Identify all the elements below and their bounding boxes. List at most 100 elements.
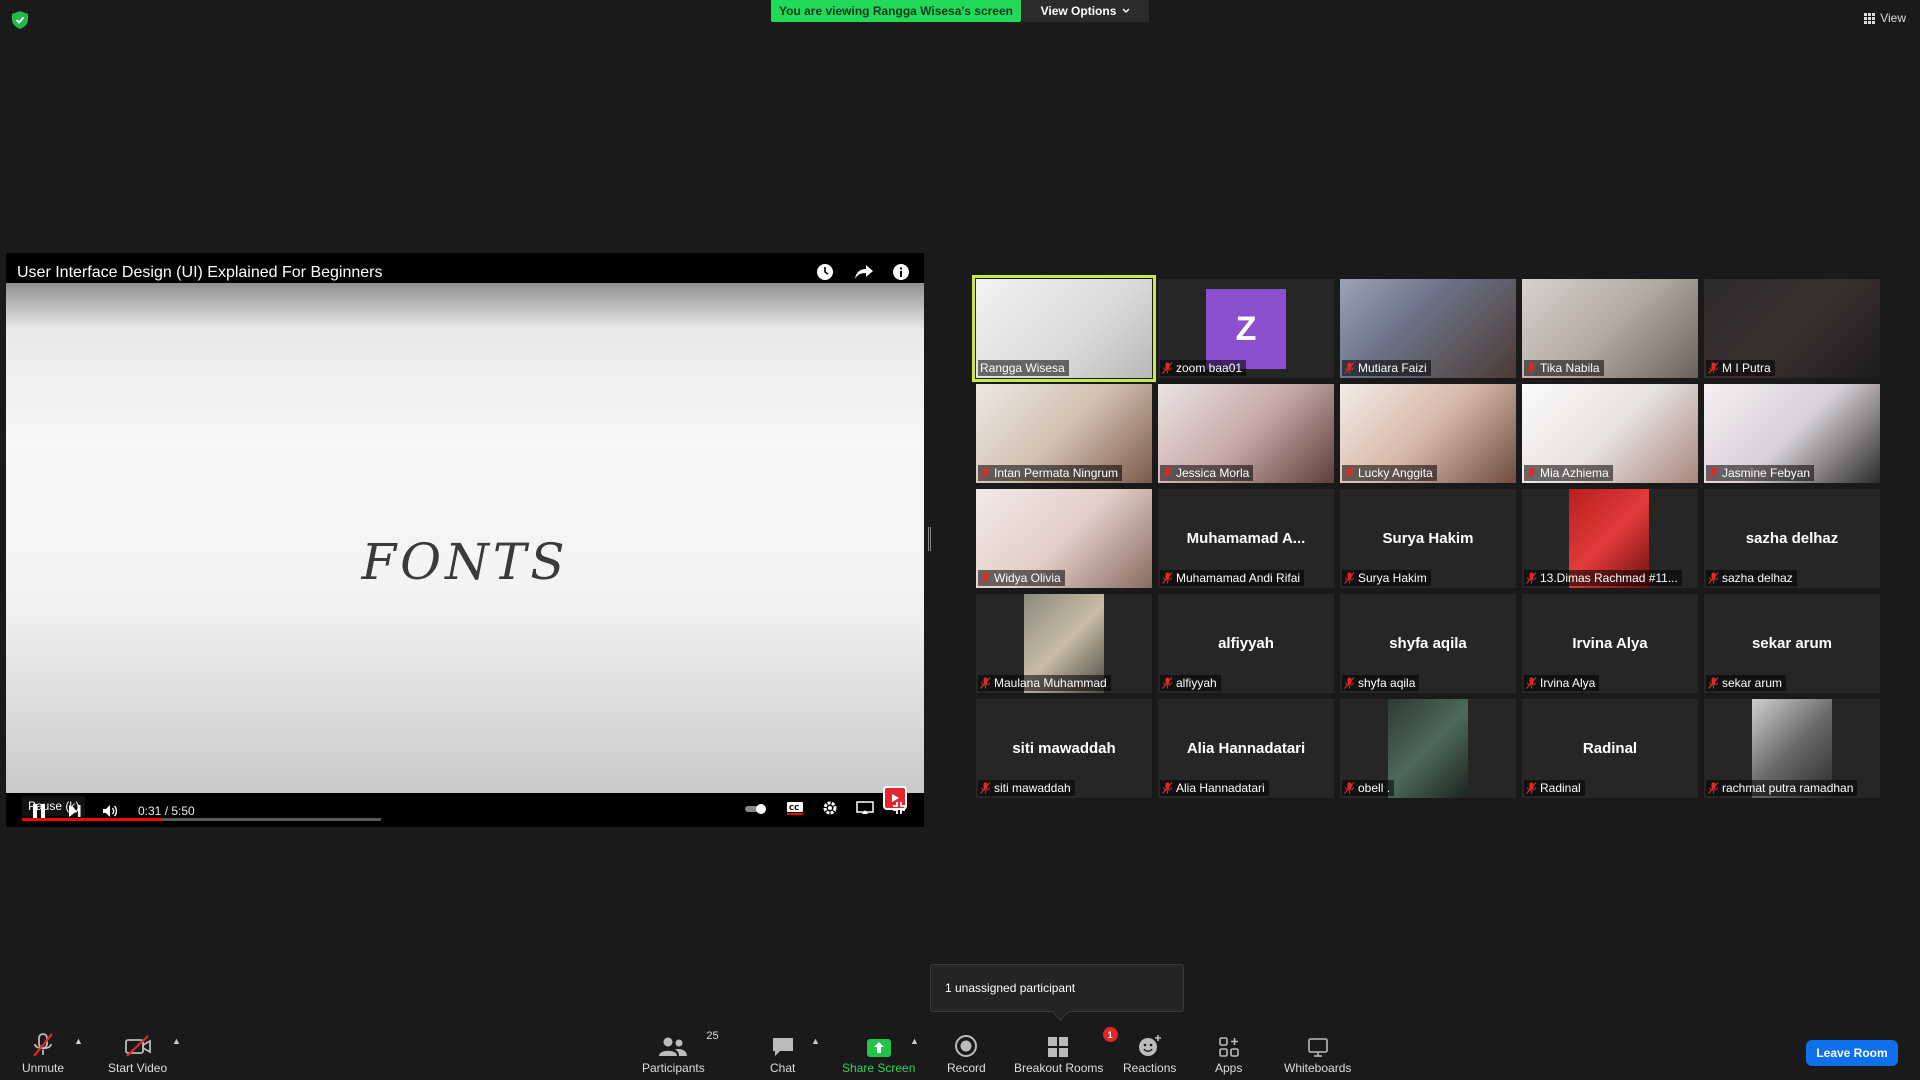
- participant-tile[interactable]: sekar arum sekar arum: [1704, 594, 1880, 693]
- view-options-label: View Options: [1040, 4, 1117, 18]
- reactions-smiley-icon: [1138, 1035, 1161, 1056]
- participant-name-label: rachmat putra ramadhan: [1706, 780, 1858, 796]
- participants-button[interactable]: 25 Participants: [642, 1030, 719, 1075]
- participant-name: shyfa aqila: [1358, 676, 1416, 690]
- participant-tile[interactable]: Maulana Muhammad: [976, 594, 1152, 693]
- participant-tile[interactable]: Surya Hakim Surya Hakim: [1340, 489, 1516, 588]
- participant-tile[interactable]: M I Putra: [1704, 279, 1880, 378]
- participant-name-label: Irvina Alya: [1524, 675, 1600, 691]
- participant-tile[interactable]: Muhamamad A... Muhamamad Andi Rifai: [1158, 489, 1334, 588]
- participant-name-label: Lucky Anggita: [1342, 465, 1437, 481]
- participant-tile[interactable]: Widya Olivia: [976, 489, 1152, 588]
- slide-text: FONTS: [361, 533, 569, 591]
- participant-name-label: M I Putra: [1706, 360, 1775, 376]
- whiteboards-label: Whiteboards: [1284, 1061, 1352, 1075]
- microphone-muted-icon: [1708, 572, 1719, 584]
- microphone-muted-icon: [1162, 572, 1173, 584]
- viewing-banner-text: You are viewing Rangga Wisesa's screen: [779, 4, 1013, 18]
- watch-later-icon[interactable]: [816, 263, 834, 281]
- split-view-divider[interactable]: [928, 527, 931, 551]
- microphone-muted-icon: [1526, 782, 1537, 794]
- participant-tile[interactable]: Intan Permata Ningrum: [976, 384, 1152, 483]
- breakout-rooms-button[interactable]: 1 Breakout Rooms: [1014, 1027, 1118, 1075]
- view-layout-label: View: [1880, 11, 1906, 25]
- settings-gear-icon[interactable]: [822, 800, 838, 821]
- chat-label: Chat: [770, 1061, 796, 1075]
- whiteboards-button[interactable]: Whiteboards: [1284, 1030, 1351, 1075]
- participant-tile[interactable]: Tika Nabila: [1522, 279, 1698, 378]
- video-title[interactable]: User Interface Design (UI) Explained For…: [17, 264, 383, 282]
- participant-tile[interactable]: alfiyyah alfiyyah: [1158, 594, 1334, 693]
- breakout-rooms-label: Breakout Rooms: [1014, 1061, 1104, 1075]
- participant-name: Jasmine Febyan: [1722, 466, 1811, 480]
- video-frame[interactable]: FONTS Pause (k): [6, 283, 924, 821]
- breakout-rooms-badge: 1: [1102, 1027, 1118, 1042]
- participant-tile[interactable]: Irvina Alya Irvina Alya: [1522, 594, 1698, 693]
- cast-icon[interactable]: [856, 801, 874, 820]
- chat-options-caret-icon[interactable]: ▲: [811, 1036, 820, 1046]
- reactions-button[interactable]: Reactions: [1123, 1030, 1176, 1075]
- pause-button[interactable]: [32, 794, 46, 827]
- participant-tile[interactable]: Mia Azhiema: [1522, 384, 1698, 483]
- participant-name-label: Rangga Wisesa: [978, 360, 1069, 376]
- share-screen-icon: [866, 1039, 891, 1057]
- volume-button[interactable]: [102, 794, 118, 827]
- participant-name-label: Radinal: [1524, 780, 1585, 796]
- info-icon[interactable]: [892, 263, 910, 281]
- participant-name: Lucky Anggita: [1358, 466, 1433, 480]
- view-layout-button[interactable]: View: [1864, 11, 1906, 25]
- share-screen-button[interactable]: Share Screen: [842, 1030, 915, 1075]
- shared-screen[interactable]: FONTS Pause (k) User Interface Design (U…: [6, 253, 924, 827]
- participant-tile[interactable]: Jessica Morla: [1158, 384, 1334, 483]
- share-icon[interactable]: [854, 263, 873, 281]
- leave-room-button[interactable]: Leave Room: [1806, 1040, 1898, 1066]
- unmute-button[interactable]: Unmute: [22, 1030, 64, 1075]
- video-options-caret-icon[interactable]: ▲: [172, 1036, 181, 1046]
- share-screen-label: Share Screen: [842, 1061, 916, 1075]
- participant-name-label: Surya Hakim: [1342, 570, 1431, 586]
- participant-tile[interactable]: Lucky Anggita: [1340, 384, 1516, 483]
- next-video-button[interactable]: [68, 794, 82, 827]
- start-video-button[interactable]: Start Video: [108, 1030, 167, 1075]
- autoplay-toggle-icon[interactable]: [744, 802, 768, 820]
- record-icon: [955, 1035, 978, 1057]
- participant-name: alfiyyah: [1176, 676, 1217, 690]
- apps-label: Apps: [1215, 1061, 1243, 1075]
- record-button[interactable]: Record: [947, 1030, 986, 1075]
- unmute-label: Unmute: [22, 1061, 65, 1075]
- participant-tile[interactable]: Zzoom baa01: [1158, 279, 1334, 378]
- participant-tile[interactable]: rachmat putra ramadhan: [1704, 699, 1880, 798]
- participant-tile[interactable]: shyfa aqila shyfa aqila: [1340, 594, 1516, 693]
- exit-fullscreen-icon[interactable]: [892, 801, 906, 820]
- audio-options-caret-icon[interactable]: ▲: [74, 1036, 83, 1046]
- apps-button[interactable]: Apps: [1215, 1030, 1242, 1075]
- participant-tile[interactable]: siti mawaddah siti mawaddah: [976, 699, 1152, 798]
- microphone-muted-icon: [1708, 677, 1719, 689]
- participant-tile[interactable]: 13.Dimas Rachmad #11...: [1522, 489, 1698, 588]
- share-options-caret-icon[interactable]: ▲: [910, 1036, 919, 1046]
- participant-name-label: sekar arum: [1706, 675, 1787, 691]
- breakout-rooms-icon: [1047, 1037, 1068, 1057]
- svg-text:CC: CC: [789, 804, 799, 812]
- participant-name-label: Jasmine Febyan: [1706, 465, 1815, 481]
- security-shield-icon[interactable]: [12, 11, 28, 29]
- unassigned-participant-popover[interactable]: 1 unassigned participant: [930, 964, 1184, 1012]
- chat-button[interactable]: Chat: [770, 1030, 795, 1075]
- participant-name-label: Maulana Muhammad: [978, 675, 1111, 691]
- participant-tile[interactable]: Radinal Radinal: [1522, 699, 1698, 798]
- participant-tile[interactable]: sazha delhaz sazha delhaz: [1704, 489, 1880, 588]
- participant-tile[interactable]: obell .: [1340, 699, 1516, 798]
- captions-icon[interactable]: CC: [786, 801, 804, 820]
- microphone-muted-icon: [1344, 362, 1355, 374]
- participant-tile[interactable]: Mutiara Faizi: [1340, 279, 1516, 378]
- participant-name-label: Mutiara Faizi: [1342, 360, 1431, 376]
- view-options-button[interactable]: View Options: [1022, 0, 1149, 22]
- participant-name-label: sazha delhaz: [1706, 570, 1797, 586]
- participant-name: Rangga Wisesa: [980, 361, 1065, 375]
- participant-tile[interactable]: Jasmine Febyan: [1704, 384, 1880, 483]
- microphone-muted-icon: [1162, 677, 1173, 689]
- participant-tile[interactable]: Rangga Wisesa: [972, 275, 1156, 382]
- participant-tile[interactable]: Alia Hannadatari Alia Hannadatari: [1158, 699, 1334, 798]
- pause-icon: [33, 803, 45, 818]
- participant-name-label: Intan Permata Ningrum: [978, 465, 1123, 481]
